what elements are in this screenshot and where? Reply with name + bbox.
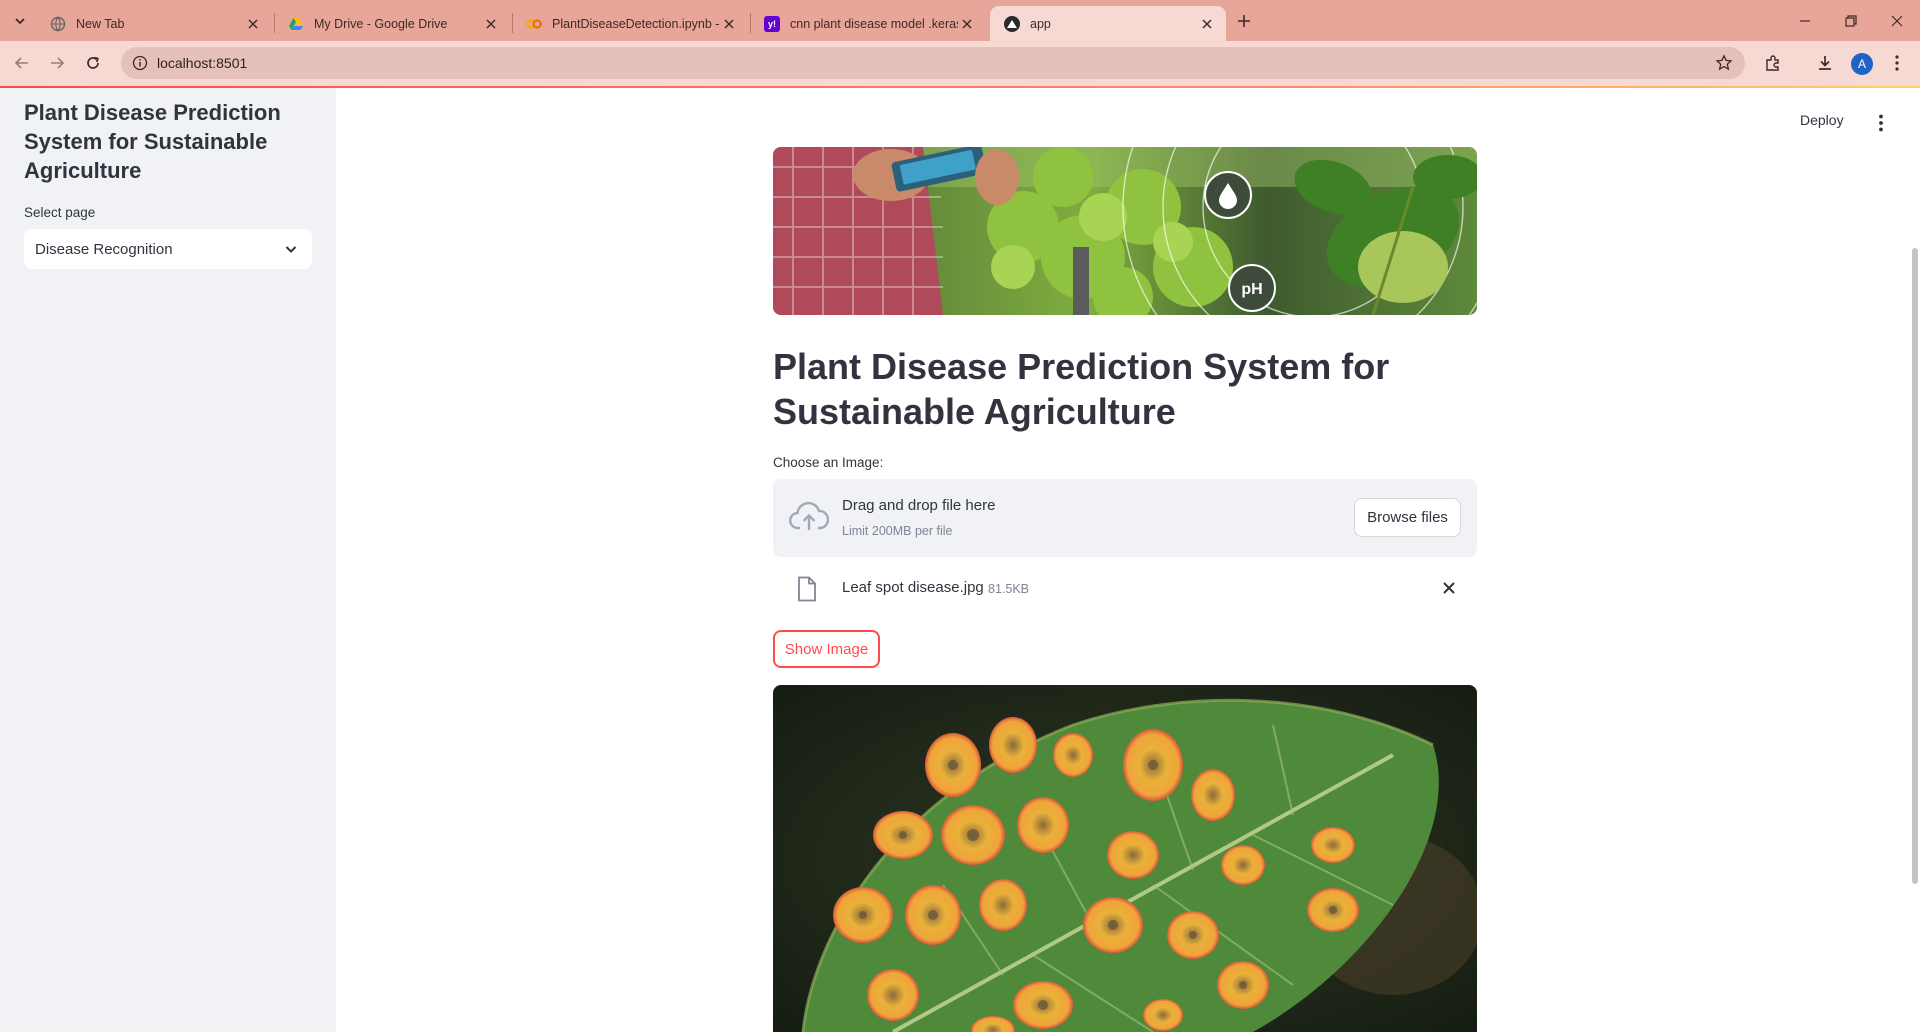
close-tab-icon[interactable]	[482, 15, 500, 33]
close-tab-icon[interactable]	[244, 15, 262, 33]
close-window-icon[interactable]	[1874, 0, 1920, 41]
downloads-icon[interactable]	[1813, 51, 1837, 75]
tab-title: app	[1030, 16, 1051, 31]
tab-app[interactable]: app	[990, 6, 1226, 41]
close-tab-icon[interactable]	[1198, 15, 1216, 33]
file-icon	[795, 576, 819, 602]
tab-title: PlantDiseaseDetection.ipynb - C	[552, 16, 720, 31]
select-page-label: Select page	[24, 205, 96, 220]
dropzone-instruction: Drag and drop file here	[842, 497, 996, 514]
extensions-puzzle-icon[interactable]	[1761, 51, 1785, 75]
uploader-label: Choose an Image:	[773, 455, 884, 470]
leaf-disease-image	[773, 685, 1477, 1032]
browser-toolbar: localhost:8501	[0, 41, 1920, 86]
tab-new-tab[interactable]: New Tab	[36, 6, 272, 41]
chevron-down-icon	[282, 240, 300, 258]
deploy-button[interactable]: Deploy	[1800, 112, 1844, 128]
reload-icon[interactable]	[80, 50, 106, 76]
tab-title: New Tab	[76, 16, 125, 31]
page-select-dropdown[interactable]: Disease Recognition	[24, 229, 312, 269]
file-dropzone[interactable]: Drag and drop file here Limit 200MB per …	[773, 479, 1477, 557]
remove-file-close-icon[interactable]	[1440, 579, 1458, 597]
dropzone-limit: Limit 200MB per file	[842, 524, 953, 538]
globe-icon	[50, 16, 66, 32]
main-menu-dots-icon[interactable]	[1870, 112, 1892, 134]
new-tab-plus-icon[interactable]	[1232, 9, 1256, 33]
forward-arrow-icon[interactable]	[44, 50, 70, 76]
streamlit-icon	[1004, 15, 1020, 32]
tab-google-drive[interactable]: My Drive - Google Drive	[274, 6, 510, 41]
url-text: localhost:8501	[157, 55, 248, 71]
uploaded-file-row: Leaf spot disease.jpg 81.5KB	[773, 570, 1477, 606]
yahoo-icon: y!	[764, 15, 780, 32]
page-scrollbar[interactable]	[1912, 248, 1918, 884]
close-tab-icon[interactable]	[720, 15, 738, 33]
tab-search-chevron-icon[interactable]	[8, 9, 32, 33]
uploaded-file-size: 81.5KB	[988, 582, 1030, 596]
minimize-window-icon[interactable]	[1782, 0, 1828, 41]
page-title: Plant Disease Prediction System for Sust…	[773, 346, 1390, 432]
tab-colab-notebook[interactable]: PlantDiseaseDetection.ipynb - C	[512, 6, 748, 41]
page-select-value: Disease Recognition	[35, 240, 173, 258]
address-bar[interactable]: localhost:8501	[121, 47, 1745, 79]
tab-yahoo-search[interactable]: y! cnn plant disease model .keras	[750, 6, 986, 41]
sidebar-title: Plant Disease Prediction System for Sust…	[24, 100, 281, 183]
ph-badge-text: pH	[1241, 281, 1262, 298]
google-drive-icon	[288, 16, 304, 32]
browser-menu-dots-icon[interactable]	[1885, 51, 1909, 75]
uploaded-file-name: Leaf spot disease.jpg	[842, 579, 984, 596]
bookmark-star-icon[interactable]	[1715, 54, 1733, 72]
browser-tab-strip: New Tab My Drive - Google Drive PlantDis…	[0, 0, 1920, 41]
site-info-icon[interactable]	[131, 54, 149, 72]
colab-icon	[526, 16, 542, 32]
browse-files-button[interactable]: Browse files	[1354, 498, 1461, 537]
back-arrow-icon[interactable]	[9, 50, 35, 76]
close-tab-icon[interactable]	[958, 15, 976, 33]
profile-avatar[interactable]: A	[1851, 53, 1873, 75]
show-image-button[interactable]: Show Image	[773, 630, 880, 668]
tab-title: My Drive - Google Drive	[314, 16, 448, 31]
restore-window-icon[interactable]	[1828, 0, 1874, 41]
cloud-upload-icon	[789, 501, 830, 533]
tab-title: cnn plant disease model .keras	[790, 16, 958, 31]
hero-banner-image: pH	[773, 147, 1477, 315]
